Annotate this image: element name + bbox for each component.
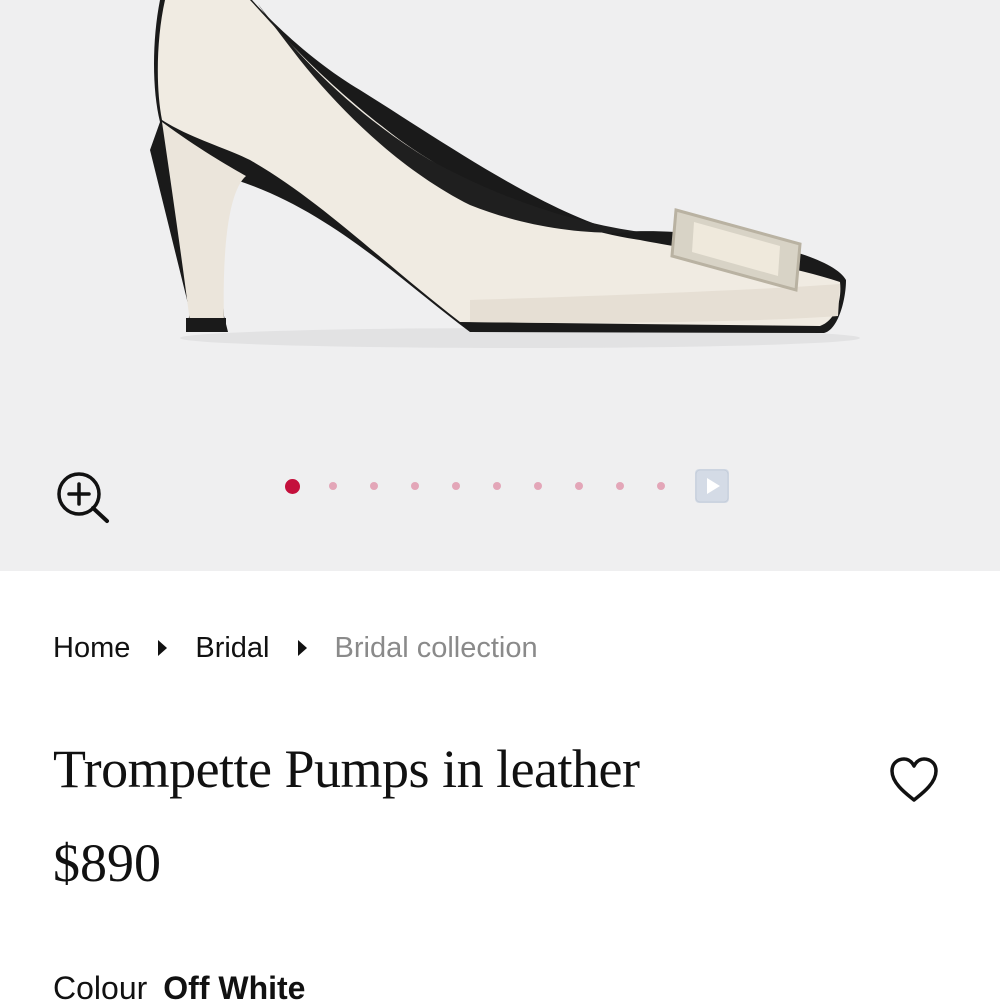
heart-icon — [890, 757, 938, 802]
breadcrumb-bridal-collection[interactable]: Bridal collection — [335, 632, 538, 665]
product-image-gallery[interactable] — [0, 0, 1000, 571]
pagination-dot-4[interactable] — [411, 482, 419, 490]
breadcrumb-bridal[interactable]: Bridal — [195, 632, 269, 665]
wishlist-button[interactable] — [888, 756, 940, 804]
product-price: $890 — [53, 833, 161, 893]
pagination-dot-3[interactable] — [370, 482, 378, 490]
caret-right-icon — [156, 639, 168, 657]
pagination-dot-1[interactable] — [285, 478, 300, 494]
play-icon — [695, 469, 729, 503]
caret-right-icon — [296, 639, 308, 657]
colour-value: Off White — [163, 970, 306, 1006]
zoom-in-icon — [57, 472, 109, 523]
play-button[interactable] — [695, 469, 729, 503]
breadcrumb: Home Bridal Bridal collection — [53, 628, 538, 668]
pagination-dot-9[interactable] — [616, 482, 624, 490]
gallery-pagination — [285, 468, 729, 504]
colour-selector: Colour Off White — [53, 970, 305, 1007]
zoom-button[interactable] — [52, 467, 112, 527]
colour-label: Colour — [53, 970, 148, 1006]
pagination-dot-8[interactable] — [575, 482, 583, 490]
pagination-dot-5[interactable] — [452, 482, 460, 490]
pagination-dot-6[interactable] — [493, 482, 501, 490]
product-title: Trompette Pumps in leather — [53, 739, 640, 799]
pagination-dot-10[interactable] — [657, 482, 665, 490]
breadcrumb-home[interactable]: Home — [53, 632, 130, 665]
pagination-dot-7[interactable] — [534, 482, 542, 490]
pagination-dot-2[interactable] — [329, 482, 337, 490]
